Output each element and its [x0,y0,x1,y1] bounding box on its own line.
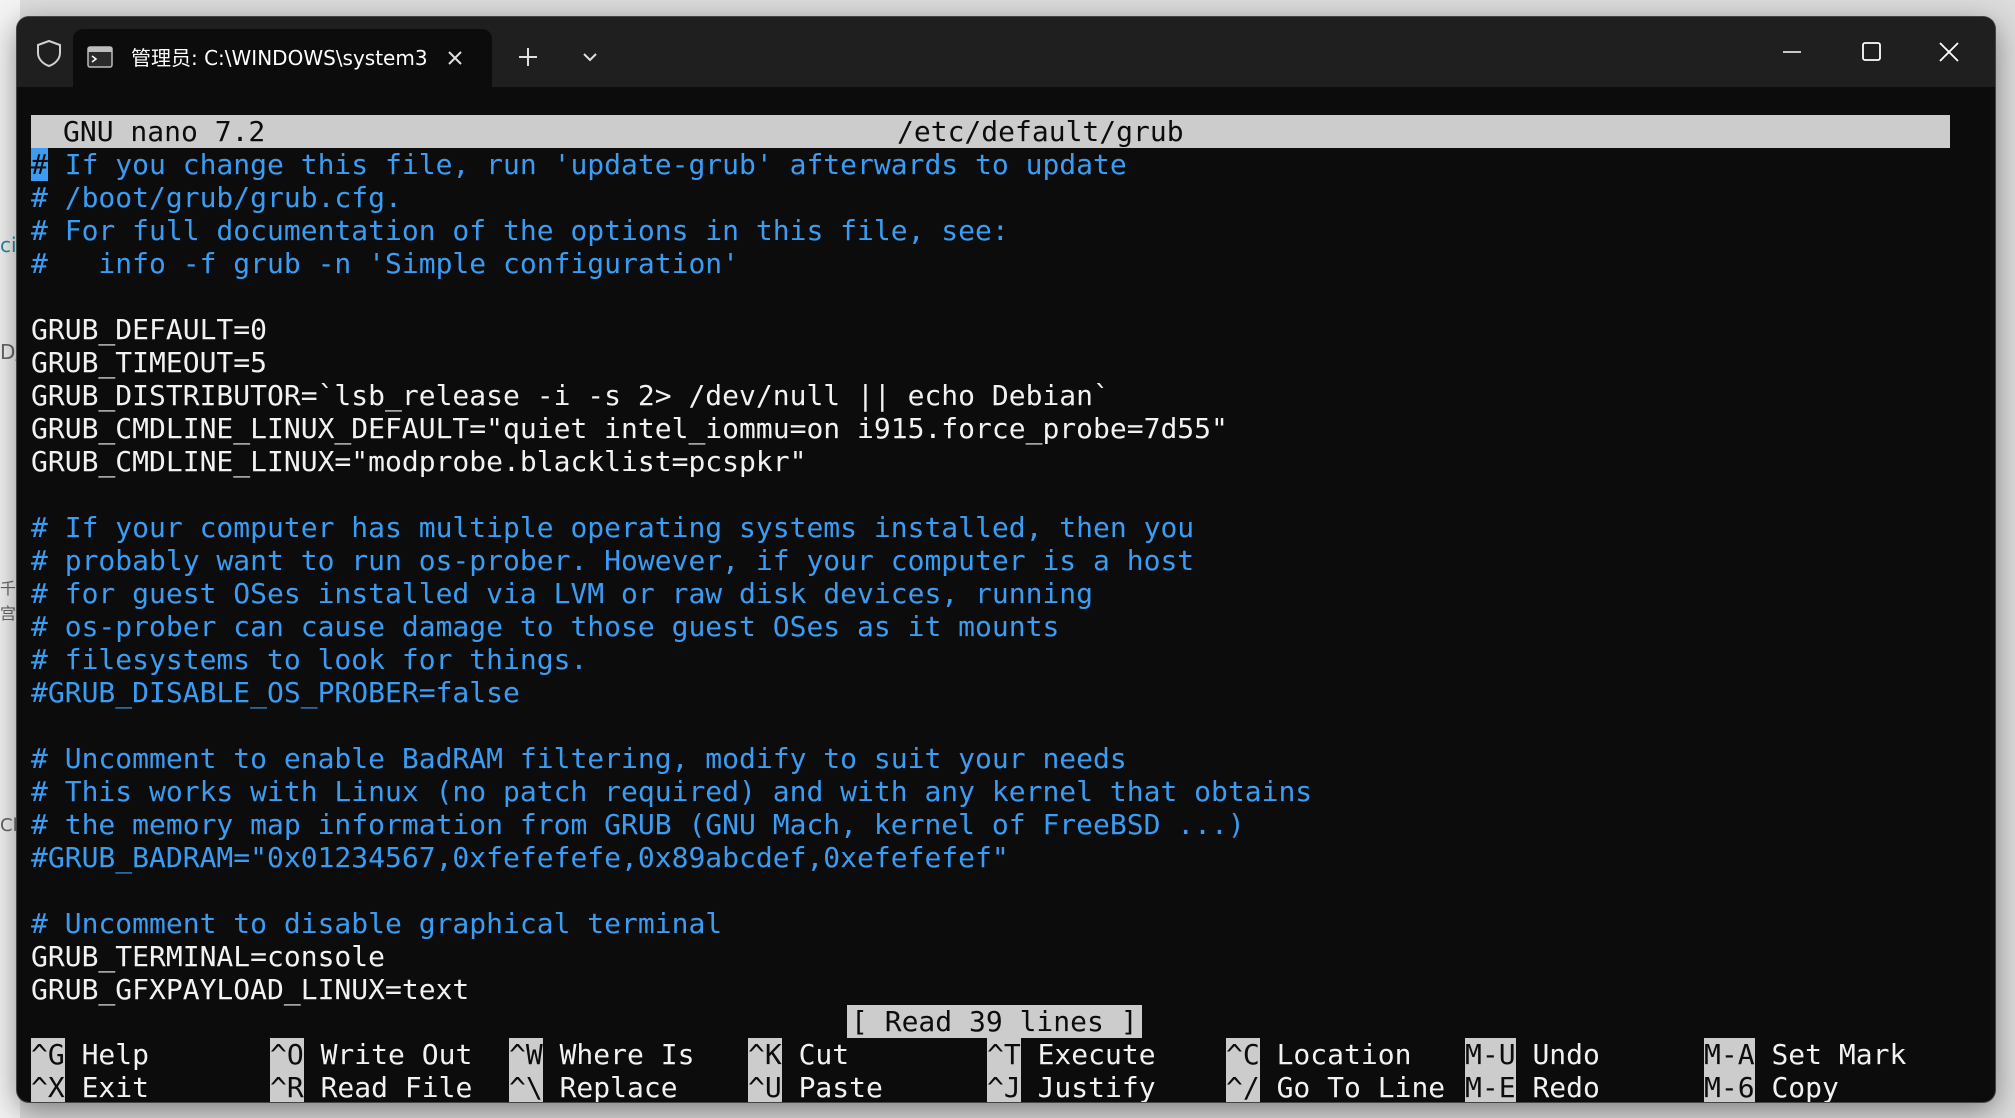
title-bar[interactable]: 管理员: C:\WINDOWS\system3 [17,17,1995,87]
shortcut-key: ^T [987,1038,1021,1071]
editor-line[interactable]: # probably want to run os-prober. Howeve… [31,544,1961,577]
shortcut-item: ^K Cut [748,1038,849,1071]
shortcut-label: Execute [1037,1038,1156,1071]
shortcut-item: ^U Paste [748,1071,883,1102]
shortcut-item: ^J Justify [987,1071,1156,1102]
shortcut-label: Location [1276,1038,1412,1071]
shortcut-key: ^O [270,1038,304,1071]
shortcut-item: M-6 Copy [1704,1071,1839,1102]
shortcut-label: Where Is [559,1038,695,1071]
shortcut-key: ^U [748,1071,782,1102]
shortcut-key: ^\ [509,1071,543,1102]
editor-line[interactable]: GRUB_DEFAULT=0 [31,313,1961,346]
chevron-down-icon[interactable] [577,47,603,67]
editor-line[interactable]: # the memory map information from GRUB (… [31,808,1961,841]
tab-title: 管理员: C:\WINDOWS\system3 [131,46,428,70]
shortcut-item: M-E Redo [1465,1071,1600,1102]
editor-line[interactable]: # for guest OSes installed via LVM or ra… [31,577,1961,610]
editor-line[interactable]: # Uncomment to disable graphical termina… [31,907,1961,940]
new-tab-icon[interactable] [514,43,542,71]
shortcut-item: ^\ Replace [509,1071,678,1102]
shortcut-label: Copy [1771,1071,1839,1102]
editor-line[interactable] [31,874,1961,907]
editor-line[interactable]: GRUB_TERMINAL=console [31,940,1961,973]
tab-terminal[interactable]: 管理员: C:\WINDOWS\system3 [73,29,492,87]
editor-line[interactable]: # filesystems to look for things. [31,643,1961,676]
editor-line[interactable] [31,478,1961,511]
shortcut-key: ^K [748,1038,782,1071]
editor-line[interactable] [31,709,1961,742]
shortcut-label: Go To Line [1276,1071,1446,1102]
editor-line[interactable]: GRUB_CMDLINE_LINUX_DEFAULT="quiet intel_… [31,412,1961,445]
editor-buffer[interactable]: # If you change this file, run 'update-g… [31,148,1961,1006]
shortcut-item: ^/ Go To Line [1226,1071,1445,1102]
editor-line[interactable]: # /boot/grub/grub.cfg. [31,181,1961,214]
editor-line[interactable]: GRUB_CMDLINE_LINUX="modprobe.blacklist=p… [31,445,1961,478]
status-message: [ Read 39 lines ] [847,1005,1142,1038]
editor-line[interactable]: #GRUB_BADRAM="0x01234567,0xfefefefe,0x89… [31,841,1961,874]
nano-version: GNU nano 7.2 [63,115,266,148]
terminal-window: 管理员: C:\WINDOWS\system3 GNU nano 7.2 /et… [17,17,1995,1102]
maximize-icon[interactable] [1835,27,1905,77]
background-fragment: ci [0,233,17,257]
close-icon[interactable] [1914,27,1984,77]
shortcut-label: Help [81,1038,150,1071]
nano-title-bar: GNU nano 7.2 /etc/default/grub [31,115,1950,148]
shortcut-key: ^/ [1226,1071,1260,1102]
shortcut-item: M-U Undo [1465,1038,1600,1071]
editor-line[interactable]: GRUB_DISTRIBUTOR=`lsb_release -i -s 2> /… [31,379,1961,412]
shortcut-label: Replace [559,1071,678,1102]
editor-line[interactable] [31,280,1961,313]
editor-line[interactable]: # Uncomment to enable BadRAM filtering, … [31,742,1961,775]
shortcut-key: ^X [31,1071,65,1102]
shortcut-item: ^O Write Out [270,1038,472,1071]
shortcut-label: Exit [81,1071,150,1102]
shortcut-item: ^W Where Is [509,1038,694,1071]
shortcut-key: ^G [31,1038,65,1071]
minimize-icon[interactable] [1757,27,1827,77]
shortcut-label: Justify [1037,1071,1156,1102]
close-tab-icon[interactable] [443,46,467,70]
shortcut-label: Read File [320,1071,473,1102]
shortcut-label: Set Mark [1771,1038,1907,1071]
shortcut-bar: ^G Help ^O Write Out ^W Where Is ^K Cut ^T E… [31,1038,1961,1102]
terminal-content[interactable]: GNU nano 7.2 /etc/default/grub # If you … [17,87,1995,1102]
shortcut-key: M-U [1465,1038,1516,1071]
shortcut-key: ^C [1226,1038,1260,1071]
shortcut-key: ^W [509,1038,543,1071]
shortcut-label: Redo [1532,1071,1600,1102]
background-fragment: 千 [0,579,17,598]
shortcut-key: ^R [270,1071,304,1102]
editor-line[interactable]: # info -f grub -n 'Simple configuration' [31,247,1961,280]
shield-icon [37,39,61,68]
editor-line[interactable]: #GRUB_DISABLE_OS_PROBER=false [31,676,1961,709]
shortcut-item: ^T Execute [987,1038,1156,1071]
editor-line[interactable]: GRUB_GFXPAYLOAD_LINUX=text [31,973,1961,1006]
file-name: /etc/default/grub [897,115,1184,148]
shortcut-item: M-A Set Mark [1704,1038,1906,1071]
editor-line[interactable]: # If your computer has multiple operatin… [31,511,1961,544]
text-cursor: # [31,148,48,181]
shortcut-label: Undo [1532,1038,1600,1071]
editor-line[interactable]: # os-prober can cause damage to those gu… [31,610,1961,643]
shortcut-label: Cut [798,1038,850,1071]
shortcut-item: ^X Exit [31,1071,149,1102]
shortcut-key: M-E [1465,1071,1516,1102]
shortcut-item: ^C Location [1226,1038,1411,1071]
editor-line[interactable]: GRUB_TIMEOUT=5 [31,346,1961,379]
background-fragment: Cl [0,815,18,836]
editor-line[interactable]: # This works with Linux (no patch requir… [31,775,1961,808]
shortcut-item: ^R Read File [270,1071,472,1102]
terminal-icon [87,46,113,68]
shortcut-item: ^G Help [31,1038,149,1071]
shortcut-key: M-A [1704,1038,1755,1071]
shortcut-label: Write Out [320,1038,473,1071]
shortcut-key: M-6 [1704,1071,1755,1102]
editor-line[interactable]: # If you change this file, run 'update-g… [31,148,1961,181]
background-fragment: 宫 [0,604,17,623]
editor-line[interactable]: # For full documentation of the options … [31,214,1961,247]
shortcut-label: Paste [798,1071,883,1102]
shortcut-key: ^J [987,1071,1021,1102]
